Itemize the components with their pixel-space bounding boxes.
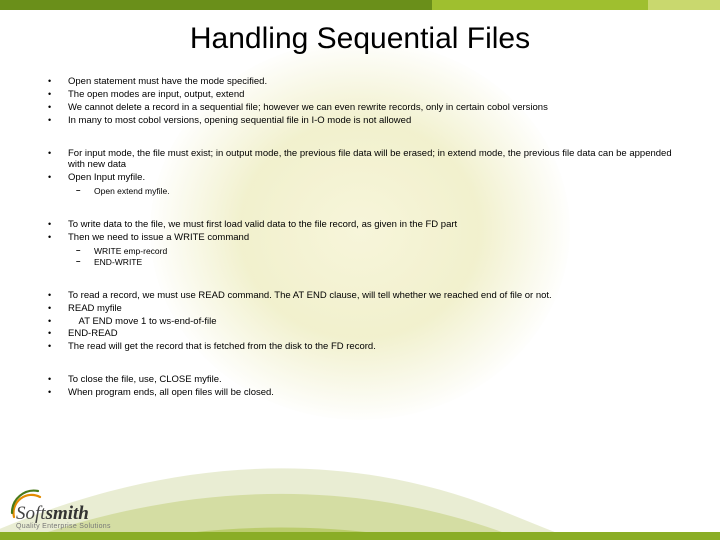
bullet-item: To close the file, use, CLOSE myfile. [40,374,686,386]
sub-bullet-group-3: WRITE emp-record END-WRITE [40,246,686,268]
bullet-item: In many to most cobol versions, opening … [40,115,686,127]
bullet-group-2: For input mode, the file must exist; in … [40,148,686,185]
slide-title: Handling Sequential Files [0,0,720,66]
bullet-group-1: Open statement must have the mode specif… [40,76,686,127]
bullet-item: Open Input myfile. [40,172,686,184]
bullet-group-4: To read a record, we must use READ comma… [40,290,686,353]
logo-arc-icon [10,487,44,521]
bottom-accent-bar [0,532,720,540]
sub-bullet-item: END-WRITE [40,257,686,268]
bullet-item: READ myfile [40,303,686,315]
bullet-item: Then we need to issue a WRITE command [40,232,686,244]
bullet-item: To read a record, we must use READ comma… [40,290,686,302]
bullet-group-3: To write data to the file, we must first… [40,219,686,244]
bullet-item: The read will get the record that is fet… [40,341,686,353]
bullet-item: For input mode, the file must exist; in … [40,148,686,172]
bullet-item: The open modes are input, output, extend [40,89,686,101]
sub-bullet-item: Open extend myfile. [40,186,686,197]
bullet-group-5: To close the file, use, CLOSE myfile. Wh… [40,374,686,399]
bullet-item: We cannot delete a record in a sequentia… [40,102,686,114]
bullet-item: AT END move 1 to ws-end-of-file [40,316,686,328]
slide: Handling Sequential Files Open statement… [0,0,720,540]
brand-tagline: Quality Enterprise Solutions [16,523,111,530]
bullet-item: To write data to the file, we must first… [40,219,686,231]
slide-body: Open statement must have the mode specif… [0,76,720,399]
brand-logo: Softsmith Quality Enterprise Solutions [16,503,111,530]
bullet-item: Open statement must have the mode specif… [40,76,686,88]
sub-bullet-group-2: Open extend myfile. [40,186,686,197]
bullet-item: When program ends, all open files will b… [40,387,686,399]
bullet-item: END-READ [40,328,686,340]
brand-part-b: smith [46,503,89,524]
sub-bullet-item: WRITE emp-record [40,246,686,257]
